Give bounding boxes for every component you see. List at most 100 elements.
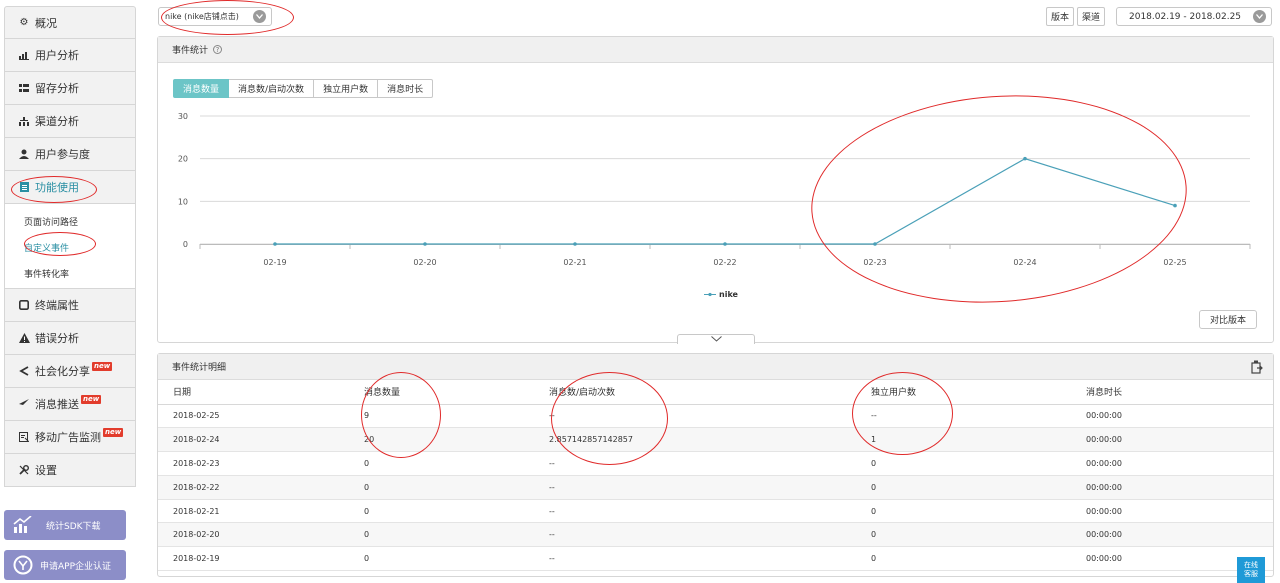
sidebar-item-ad-monitor[interactable]: 移动广告监测 new — [4, 421, 136, 454]
sidebar-item-social-share[interactable]: 社会化分享 new — [4, 355, 136, 388]
ad-icon — [17, 432, 31, 442]
cell-date: 2018-02-24 — [158, 427, 364, 453]
user-icon — [17, 149, 31, 159]
sidebar-item-push[interactable]: 消息推送 new — [4, 388, 136, 421]
cell-duration: 00:00:00 — [1086, 475, 1273, 500]
sidebar-item-errors[interactable]: 错误分析 — [4, 322, 136, 355]
sidebar-item-engagement[interactable]: 用户参与度 — [4, 138, 136, 171]
legend-label: nike — [719, 290, 738, 299]
sidebar-item-channel[interactable]: 渠道分析 — [4, 105, 136, 138]
online-support-line1: 在线 — [1244, 561, 1258, 569]
x-tick-label: 02-21 — [563, 258, 586, 267]
cell-message-count: 0 — [364, 522, 549, 548]
event-detail-panel: 事件统计明细 日期 消息数量 消息数/启动次数 独立用户数 消息时长 2018-… — [157, 353, 1274, 577]
legend-swatch — [704, 291, 716, 298]
x-tick-label: 02-25 — [1163, 258, 1186, 267]
collapse-toggle[interactable] — [677, 334, 755, 344]
event-stats-panel: 事件统计 ? 消息数量 消息数/启动次数 独立用户数 消息时长 0 10 20 30 0… — [157, 36, 1274, 344]
column-header-message-count[interactable]: 消息数量 — [364, 380, 549, 405]
sidebar-item-label: 用户分析 — [35, 49, 79, 62]
cell-date: 2018-02-20 — [158, 522, 364, 548]
cell-message-count: 0 — [364, 499, 549, 524]
sidebar-item-label: 用户参与度 — [35, 148, 90, 161]
cell-date: 2018-02-22 — [158, 475, 364, 500]
line-chart: 0 10 20 30 02-19 02-20 02-21 02-22 02-23 02-24 02-… — [178, 112, 1251, 267]
cell-message-count: 20 — [364, 427, 549, 453]
tab-message-duration[interactable]: 消息时长 — [378, 79, 434, 98]
sidebar-item-label: 社会化分享 — [35, 365, 90, 378]
online-support-line2: 客服 — [1244, 570, 1258, 578]
compare-version-button[interactable]: 对比版本 — [1199, 310, 1257, 329]
cell-duration: 00:00:00 — [1086, 499, 1273, 524]
sidebar-item-label: 功能使用 — [35, 181, 79, 194]
chevron-down-icon — [253, 10, 266, 23]
cell-duration: 00:00:00 — [1086, 451, 1273, 476]
sidebar-item-label: 移动广告监测 — [35, 431, 101, 444]
column-header-message-per-launch[interactable]: 消息数/启动次数 — [549, 380, 871, 405]
cell-message-per-launch: -- — [549, 451, 871, 476]
sdk-download-label: 统计SDK下载 — [46, 521, 101, 532]
version-button[interactable]: 版本 — [1046, 7, 1074, 26]
table-row: 2018-02-22 0 -- 0 00:00:00 — [158, 475, 1273, 500]
event-stats-header: 事件统计 ? — [158, 37, 1273, 63]
x-tick-label: 02-24 — [1013, 258, 1036, 267]
sitemap-icon — [17, 116, 31, 126]
cell-unique-users: 1 — [871, 427, 1086, 453]
app-root: ⚙ 概况 用户分析 留存分析 渠道分析 用户参与度 功能使用 页面访问路径 自定… — [0, 0, 1280, 583]
sidebar-item-feature-usage[interactable]: 功能使用 — [4, 171, 136, 204]
y-tick-label: 0 — [183, 240, 188, 249]
cell-unique-users: -- — [871, 404, 1086, 429]
event-detail-header: 事件统计明细 — [158, 354, 1273, 380]
sidebar-item-label: 消息推送 — [35, 398, 79, 411]
sidebar-item-settings[interactable]: 设置 — [4, 454, 136, 487]
enterprise-cert-label: 申请APP企业认证 — [40, 561, 112, 572]
channel-button-label: 渠道 — [1081, 13, 1100, 23]
sidebar-item-user-analysis[interactable]: 用户分析 — [4, 39, 136, 72]
cell-message-count: 0 — [364, 451, 549, 476]
x-tick-label: 02-20 — [413, 258, 436, 267]
cell-duration: 00:00:00 — [1086, 522, 1273, 548]
tab-unique-users[interactable]: 独立用户数 — [314, 79, 379, 98]
sidebar-item-overview[interactable]: ⚙ 概况 — [4, 6, 136, 39]
export-icon[interactable] — [1251, 360, 1263, 374]
sidebar-item-retention[interactable]: 留存分析 — [4, 72, 136, 105]
x-tick-label: 02-22 — [713, 258, 736, 267]
badge-icon — [10, 550, 36, 580]
cell-date: 2018-02-25 — [158, 404, 364, 429]
column-header-date[interactable]: 日期 — [158, 380, 364, 405]
data-point — [423, 242, 427, 246]
online-support-button[interactable]: 在线 客服 — [1237, 557, 1265, 583]
date-range-picker[interactable]: 2018.02.19 - 2018.02.25 — [1116, 7, 1272, 26]
cell-message-per-launch: -- — [549, 499, 871, 524]
sdk-download-button[interactable]: 统计SDK下载 — [4, 510, 126, 540]
event-selector[interactable]: nike (nike店铺点击) — [158, 7, 272, 26]
table-row: 2018-02-21 0 -- 0 00:00:00 — [158, 499, 1273, 524]
help-icon[interactable]: ? — [213, 45, 223, 54]
chart-legend[interactable]: nike — [704, 290, 738, 299]
feature-usage-submenu: 页面访问路径 自定义事件 事件转化率 — [4, 204, 136, 289]
sub-item-page-path[interactable]: 页面访问路径 — [5, 208, 135, 234]
data-point — [873, 242, 877, 246]
tab-message-count[interactable]: 消息数量 — [173, 79, 230, 98]
cell-unique-users: 0 — [871, 546, 1086, 572]
sidebar: ⚙ 概况 用户分析 留存分析 渠道分析 用户参与度 功能使用 页面访问路径 自定… — [4, 6, 136, 487]
sub-item-custom-event[interactable]: 自定义事件 — [5, 234, 135, 260]
sidebar-item-device[interactable]: 终端属性 — [4, 289, 136, 322]
tab-message-per-launch[interactable]: 消息数/启动次数 — [229, 79, 315, 98]
share-icon — [17, 366, 31, 376]
cell-duration: 00:00:00 — [1086, 427, 1273, 453]
panel-title: 事件统计 — [172, 46, 209, 56]
cell-unique-users: 0 — [871, 499, 1086, 524]
table-row: 2018-02-23 0 -- 0 00:00:00 — [158, 451, 1273, 476]
column-header-unique-users[interactable]: 独立用户数 — [871, 380, 1086, 405]
table-row: 2018-02-19 0 -- 0 00:00:00 — [158, 546, 1273, 572]
warning-icon — [17, 333, 31, 343]
table-header-row: 日期 消息数量 消息数/启动次数 独立用户数 消息时长 — [158, 380, 1273, 405]
x-tick-label: 02-23 — [863, 258, 886, 267]
cell-message-count: 0 — [364, 475, 549, 500]
sidebar-item-label: 留存分析 — [35, 82, 79, 95]
enterprise-cert-button[interactable]: 申请APP企业认证 — [4, 550, 126, 580]
column-header-duration[interactable]: 消息时长 — [1086, 380, 1273, 405]
sub-item-event-conversion[interactable]: 事件转化率 — [5, 260, 135, 286]
channel-button[interactable]: 渠道 — [1077, 7, 1105, 26]
